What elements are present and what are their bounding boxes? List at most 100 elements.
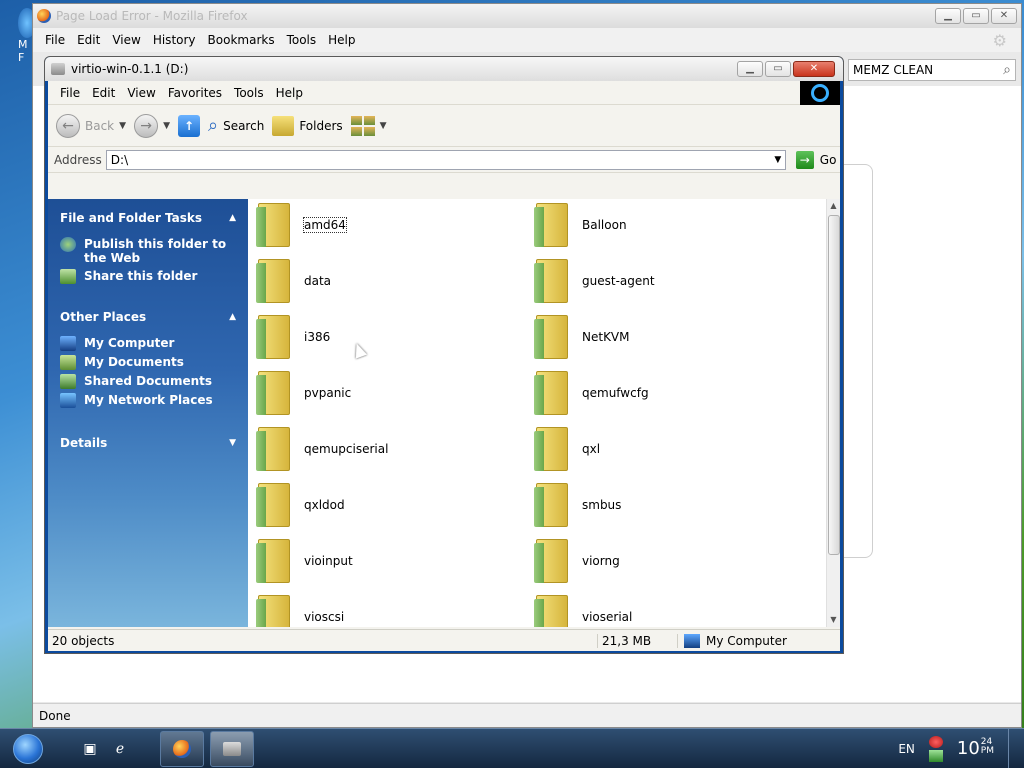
explorer-status-bar: 20 objects 21,3 MB My Computer [48,629,840,651]
start-button[interactable] [8,730,48,768]
explorer-close-button[interactable]: ✕ [793,61,835,77]
go-label: Go [819,152,837,167]
folder-item[interactable]: Balloon [534,203,627,247]
firefox-title-bar[interactable]: Page Load Error - Mozilla Firefox ▁ ▭ ✕ [33,4,1021,28]
clock-hours: 10 [956,738,980,759]
folder-name: qxl [582,442,601,456]
ff-menu-view[interactable]: View [106,33,146,47]
shared-documents-label: Shared Documents [84,374,213,388]
my-computer-link[interactable]: My Computer [48,334,248,353]
up-folder-button[interactable]: ↑ [177,114,200,137]
firefox-close-button[interactable]: ✕ [991,8,1017,24]
folder-item[interactable]: smbus [534,483,621,527]
network-icon[interactable] [928,749,943,762]
folders-button[interactable]: Folders [272,115,343,136]
ex-menu-edit[interactable]: Edit [86,86,121,100]
folder-item[interactable]: qxl [534,427,600,471]
chevron-down-icon[interactable]: ▼ [771,155,785,165]
internet-explorer-icon[interactable]: ℯ [108,737,132,761]
folder-item[interactable]: vioscsi [256,595,344,627]
tray-icons [928,735,943,762]
folder-name: vioserial [582,610,633,624]
ex-menu-help[interactable]: Help [270,86,309,100]
search-icon[interactable]: ⌕ [1003,62,1011,78]
folder-item[interactable]: vioinput [256,539,353,583]
folder-item[interactable]: data [256,259,331,303]
taskbar-firefox-button[interactable] [160,730,204,767]
globe-icon [60,237,76,252]
ff-menu-history[interactable]: History [147,33,202,47]
my-network-places-link[interactable]: My Network Places [48,391,248,410]
taskbar-explorer-button[interactable] [210,730,254,767]
ex-menu-tools[interactable]: Tools [228,86,270,100]
object-count: 20 objects [48,633,598,648]
folder-name: guest-agent [582,274,655,288]
search-icon: ⌕ [207,115,219,136]
file-folder-tasks-header[interactable]: File and Folder Tasks ▲ [48,207,248,229]
explorer-maximize-button[interactable]: ▭ [765,61,791,77]
folder-icon [256,259,290,303]
collapse-icon[interactable]: ▲ [229,213,236,223]
ex-menu-favorites[interactable]: Favorites [162,86,228,100]
ff-menu-tools[interactable]: Tools [281,33,323,47]
publish-folder-link[interactable]: Publish this folder to the Web [48,235,248,267]
gear-icon[interactable]: ⚙ [987,31,1013,50]
forward-button[interactable]: → ▼ [134,113,170,138]
ff-menu-bookmarks[interactable]: Bookmarks [202,33,281,47]
folder-item[interactable]: viorng [534,539,620,583]
folder-item[interactable]: i386 [256,315,330,359]
back-button[interactable]: ← Back ▼ [56,113,126,138]
ff-menu-edit[interactable]: Edit [71,33,106,47]
explorer-minimize-button[interactable]: ▁ [737,61,763,77]
explorer-window: virtio-win-0.1.1 (D:) ▁ ▭ ✕ File Edit Vi… [44,56,844,654]
folder-name: smbus [582,498,622,512]
go-arrow-icon: → [795,150,814,169]
ex-menu-view[interactable]: View [121,86,161,100]
collapse-icon[interactable]: ▲ [229,312,236,322]
chevron-down-icon[interactable]: ▼ [163,121,170,131]
address-input[interactable]: D:\ ▼ [105,149,786,170]
show-desktop-button[interactable] [1008,728,1018,768]
scroll-up-icon[interactable]: ▲ [827,199,840,213]
computer-icon [60,336,76,351]
folder-icon [256,427,290,471]
other-places-label: Other Places [60,310,147,324]
language-indicator[interactable]: EN [898,742,915,756]
folder-item[interactable]: amd64 [256,203,347,247]
folder-list-scrollbar[interactable]: ▲ ▼ [826,199,840,627]
ex-menu-file[interactable]: File [54,86,86,100]
folder-item[interactable]: pvpanic [256,371,351,415]
folder-item[interactable]: qxldod [256,483,345,527]
folder-item[interactable]: qemufwcfg [534,371,649,415]
views-button[interactable]: ▼ [350,115,387,136]
folder-item[interactable]: NetKVM [534,315,630,359]
share-folder-link[interactable]: Share this folder [48,267,248,286]
scroll-thumb[interactable] [828,215,840,555]
taskbar: ▣ ℯ EN 10 24 PM [0,728,1024,768]
go-button[interactable]: → Go [795,150,837,169]
shared-documents-link[interactable]: Shared Documents [48,372,248,391]
firefox-maximize-button[interactable]: ▭ [963,8,989,24]
search-label: Search [223,118,265,133]
explorer-title-bar[interactable]: virtio-win-0.1.1 (D:) ▁ ▭ ✕ [45,57,843,81]
scroll-down-icon[interactable]: ▼ [827,613,840,627]
folder-item[interactable]: vioserial [534,595,632,627]
firefox-search-input[interactable]: MEMZ CLEAN ⌕ [848,59,1016,81]
details-header[interactable]: Details ▼ [48,432,248,454]
firefox-minimize-button[interactable]: ▁ [935,8,961,24]
my-documents-link[interactable]: My Documents [48,353,248,372]
security-alert-icon[interactable] [928,735,943,748]
other-places-header[interactable]: Other Places ▲ [48,306,248,328]
folder-icon [256,315,290,359]
network-places-label: My Network Places [84,393,213,407]
ff-menu-help[interactable]: Help [322,33,361,47]
folder-item[interactable]: guest-agent [534,259,655,303]
ff-menu-file[interactable]: File [39,33,71,47]
show-desktop-quicklaunch-icon[interactable]: ▣ [78,737,102,761]
expand-icon[interactable]: ▼ [229,438,236,448]
search-button[interactable]: ⌕ Search [208,115,264,136]
folder-item[interactable]: qemupciserial [256,427,388,471]
clock[interactable]: 10 24 PM [956,738,994,760]
chevron-down-icon[interactable]: ▼ [119,121,126,131]
forward-arrow-icon: → [134,113,159,138]
